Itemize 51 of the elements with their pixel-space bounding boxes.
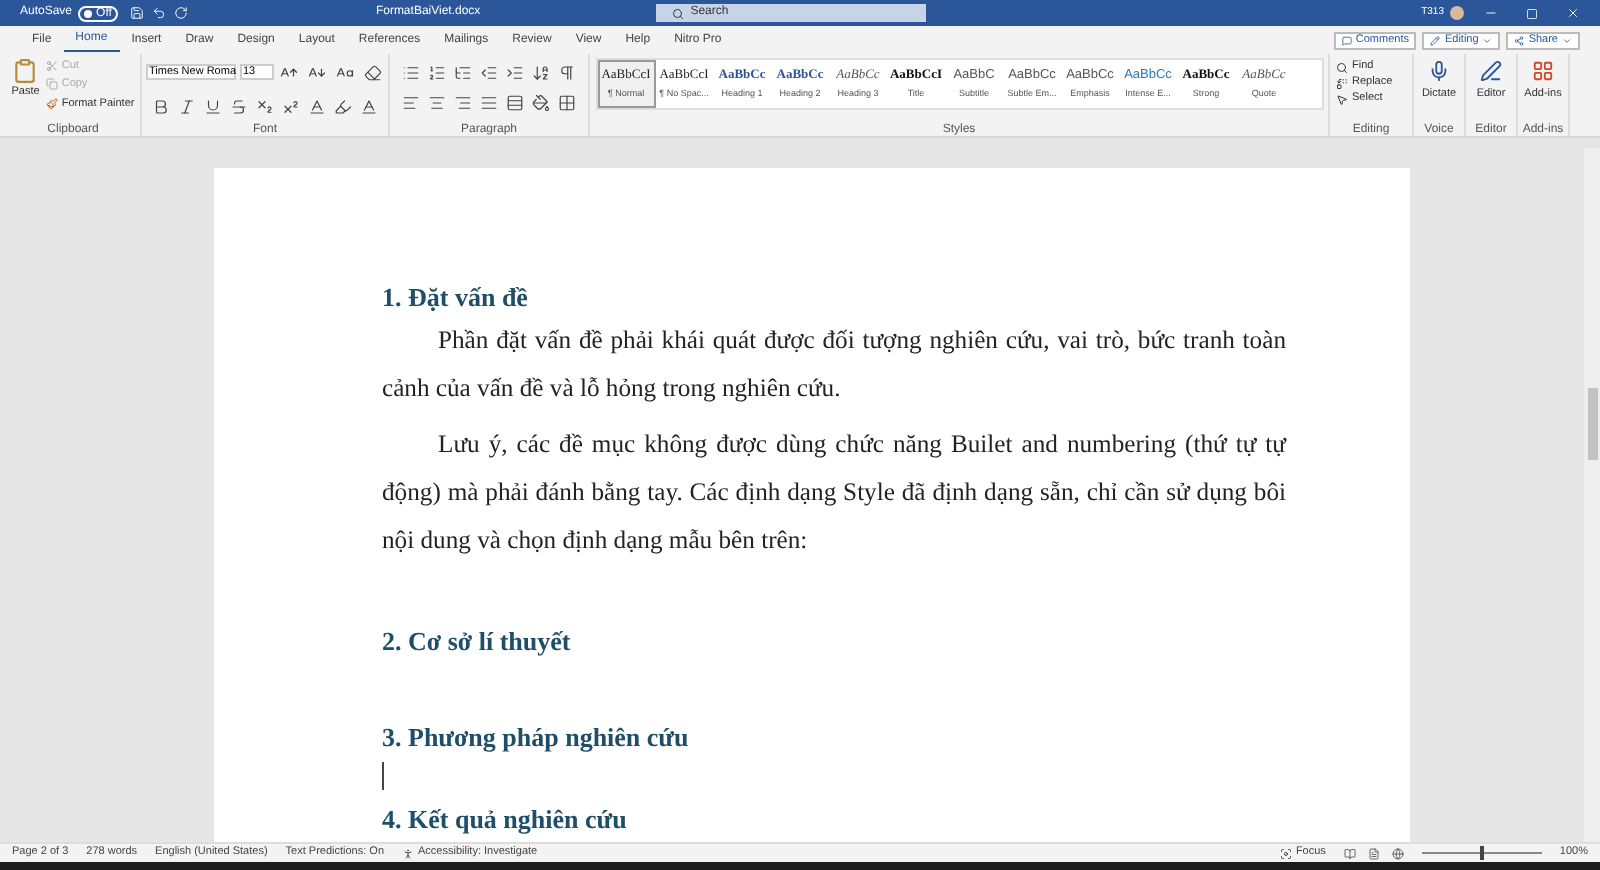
clipboard-icon [12, 58, 39, 84]
minimize-icon[interactable] [1484, 6, 1498, 20]
accessibility-icon [402, 847, 414, 859]
search-icon [672, 7, 685, 19]
redo-icon[interactable] [173, 6, 188, 20]
maximize-icon[interactable] [1526, 7, 1538, 19]
section-heading: 1. Đặt vấn đề [382, 280, 530, 316]
body-paragraph: Lưu ý, các đề mục không được dùng chức năng Builet and numbering (thứ tự tự động) mà phải đánh bằng tay. Các định dạng Style đã định dạng sẵn, chỉ cần sử dụng bôi nội dung và chọn định dạng mẫu bên trên: [382, 428, 1286, 558]
italic-icon[interactable] [175, 95, 199, 119]
pen-icon [1480, 60, 1502, 82]
copy-icon [45, 78, 58, 91]
text-cursor [382, 762, 384, 790]
line-spacing-icon[interactable] [503, 90, 527, 114]
pencil-icon [1430, 35, 1441, 45]
borders-icon[interactable] [555, 90, 579, 114]
paintbrush-icon [45, 97, 58, 110]
font-color-icon[interactable] [357, 95, 381, 119]
print-layout-icon[interactable] [1367, 847, 1380, 859]
read-mode-icon[interactable] [1343, 847, 1356, 859]
strikethrough-icon[interactable] [227, 95, 251, 119]
share-icon [1514, 35, 1525, 45]
focus-icon [1279, 847, 1292, 859]
pointer-icon [1336, 93, 1348, 105]
highlighter-icon[interactable] [331, 95, 355, 119]
web-layout-icon[interactable] [1391, 847, 1404, 859]
text-effects-icon[interactable] [305, 95, 329, 119]
section-heading: 2. Cơ sở lí thuyết [382, 624, 573, 660]
section-heading: 4. Kết quả nghiên cứu [382, 802, 629, 838]
superscript-icon[interactable] [279, 95, 303, 119]
sort-icon[interactable] [529, 60, 553, 84]
clear-formatting-icon[interactable] [361, 60, 385, 84]
comment-icon [1341, 35, 1352, 45]
close-icon[interactable] [1566, 6, 1580, 20]
replace-icon [1336, 77, 1348, 89]
zoom-slider-thumb[interactable] [1479, 846, 1484, 860]
grid-icon [1532, 60, 1554, 82]
underline-icon[interactable] [201, 95, 225, 119]
body-paragraph: Phần đặt vấn đề phải khái quát được đối tượng nghiên cứu, vai trò, bức tranh toàn cảnh của vấn đề và lỗ hỏng trong nghiên cứu. [382, 324, 1286, 406]
scissors-icon [45, 60, 58, 73]
subscript-icon[interactable] [253, 95, 277, 119]
save-icon[interactable] [129, 6, 144, 20]
microphone-icon [1428, 60, 1450, 82]
pilcrow-icon[interactable] [555, 60, 579, 84]
shading-icon[interactable] [529, 90, 553, 114]
undo-icon[interactable] [151, 6, 166, 20]
caret-icon [1562, 35, 1572, 45]
search-icon [1336, 61, 1348, 73]
numbering-icon[interactable] [425, 60, 449, 84]
caret-icon [1482, 35, 1493, 45]
section-heading: 3. Phương pháp nghiên cứu [382, 720, 691, 756]
avatar-icon [1450, 6, 1464, 20]
